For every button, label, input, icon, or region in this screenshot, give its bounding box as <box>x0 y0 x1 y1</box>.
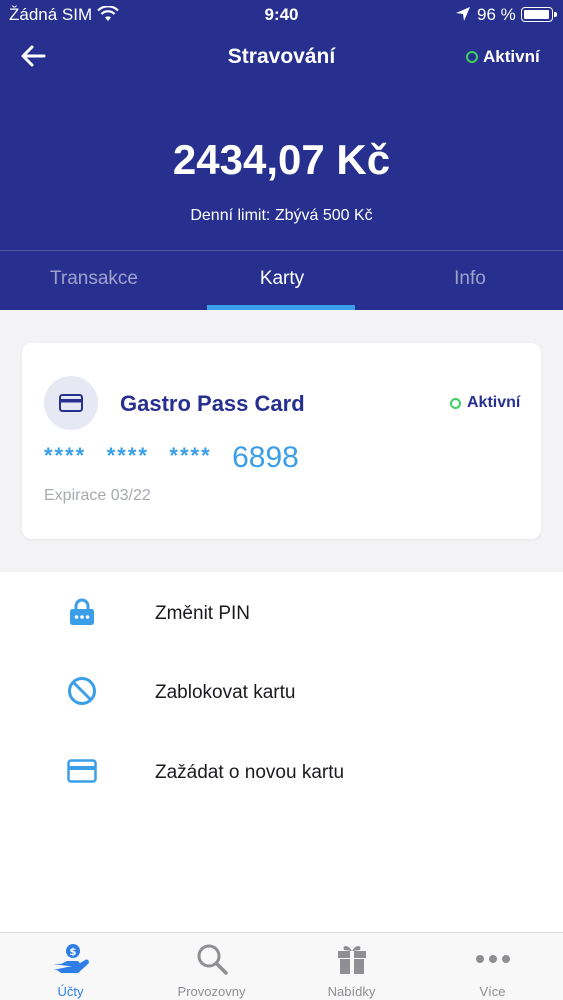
card-number-group: **** <box>44 443 87 468</box>
svg-text:$: $ <box>69 947 76 958</box>
status-dot-icon <box>466 51 478 63</box>
tab-karty[interactable]: Karty <box>188 251 376 311</box>
more-icon <box>473 941 513 977</box>
block-icon <box>66 675 98 707</box>
block-card-button[interactable]: Zablokovat kartu <box>0 655 563 725</box>
search-icon <box>192 941 232 977</box>
nav-item-more[interactable]: Více <box>422 933 563 1000</box>
account-status-label: Aktivní <box>483 47 540 66</box>
accounts-icon: $ <box>51 941 91 977</box>
card-icon <box>66 755 98 787</box>
location-arrow-icon <box>455 6 471 27</box>
battery-icon <box>521 7 557 22</box>
status-dot-icon <box>450 397 461 409</box>
battery-percent: 96 % <box>477 5 516 24</box>
daily-limit: Denní limit: Zbývá 500 Kč <box>190 207 373 224</box>
card-avatar <box>44 376 98 430</box>
account-status: Aktivní <box>466 47 540 67</box>
card-number-group: **** <box>106 443 149 468</box>
nav-label-venues: Provozovny <box>177 984 246 999</box>
card-status: Aktivní <box>450 394 520 412</box>
payment-card[interactable]: Gastro Pass Card Aktivní **** **** **** … <box>22 343 541 539</box>
card-number: **** **** **** 6898 <box>44 441 299 475</box>
nav-label-offers: Nabídky <box>327 984 376 999</box>
card-number-last-digits: 6898 <box>232 441 299 474</box>
credit-card-icon <box>59 394 83 412</box>
nav-item-accounts[interactable]: $ Účty <box>0 933 141 1000</box>
request-new-card-label: Zažádat o novou kartu <box>155 762 345 783</box>
tab-info[interactable]: Info <box>376 251 563 311</box>
gift-icon <box>332 941 372 977</box>
request-new-card-button[interactable]: Zažádat o novou kartu <box>0 735 563 805</box>
bottom-nav: $ Účty Provozovny Nabídky Více <box>0 932 563 1000</box>
nav-item-venues[interactable]: Provozovny <box>141 933 282 1000</box>
card-name: Gastro Pass Card <box>120 391 305 416</box>
change-pin-label: Změnit PIN <box>155 603 251 624</box>
tab-transakce[interactable]: Transakce <box>0 251 188 311</box>
lock-icon <box>66 596 98 628</box>
balance-amount: 2434,07 Kč <box>172 136 391 183</box>
nav-label-more: Více <box>479 984 506 999</box>
card-status-label: Aktivní <box>467 394 521 411</box>
card-number-group: **** <box>169 443 212 468</box>
nav-item-offers[interactable]: Nabídky <box>281 933 422 1000</box>
header: Žádná SIM 9:40 96 % Stravování Aktivní 2… <box>0 0 563 310</box>
change-pin-button[interactable]: Změnit PIN <box>0 576 563 646</box>
tab-bar: Transakce Karty Info <box>0 250 563 310</box>
block-card-label: Zablokovat kartu <box>155 682 296 703</box>
card-expiry: Expirace 03/22 <box>44 487 151 504</box>
status-bar: Žádná SIM 9:40 96 % <box>0 0 563 30</box>
nav-label-accounts: Účty <box>57 984 84 999</box>
